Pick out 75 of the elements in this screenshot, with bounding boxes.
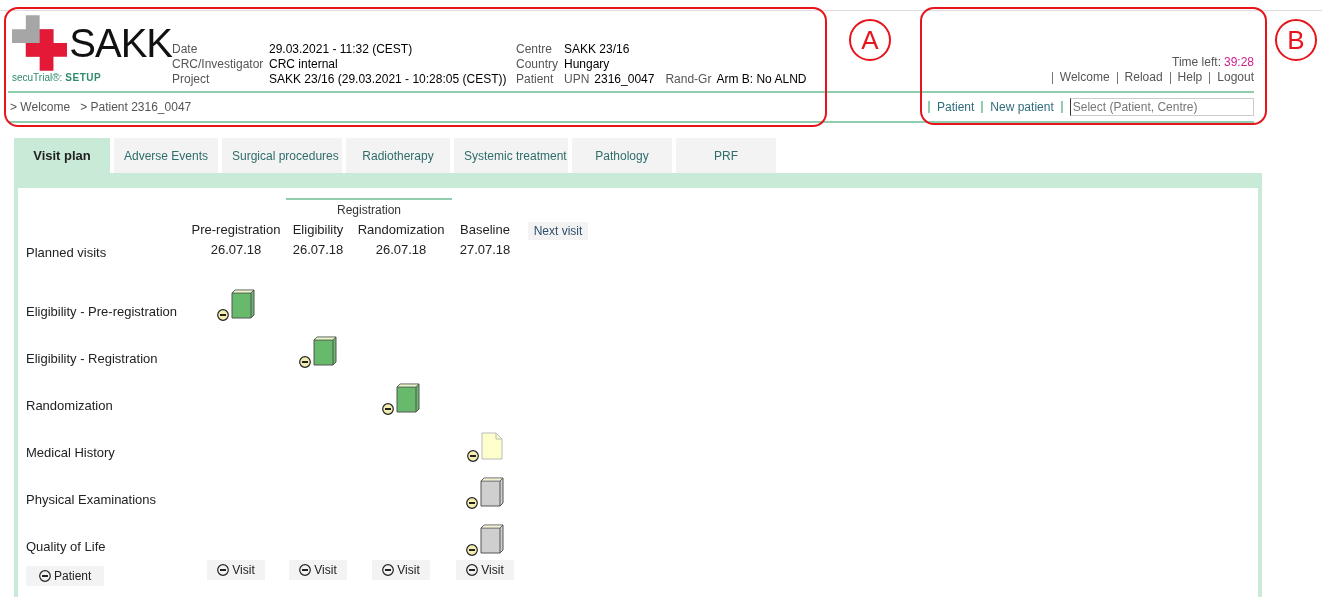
field-value: 2316_0047 — [594, 72, 655, 87]
edition-label: SETUP — [65, 71, 102, 85]
annotation-label: A — [849, 19, 891, 61]
field-value: SAKK 23/16 — [564, 42, 631, 57]
field-label: CRC/Investigator — [172, 57, 265, 72]
field-value: SAKK 23/16 (29.03.2021 - 10:28:05 (CEST)) — [269, 72, 508, 87]
field-label: Project — [172, 72, 211, 87]
field-value: CRC internal — [269, 57, 339, 72]
tab[interactable]: Radiotherapy — [346, 138, 450, 173]
product-name: secuTrial®: — [12, 71, 63, 85]
visit-name: Eligibility — [291, 221, 345, 239]
field-value: Hungary — [564, 57, 611, 72]
visit-name: Pre-registration — [190, 221, 282, 239]
tab[interactable]: Systemic treatment — [454, 138, 568, 173]
tab[interactable]: Pathology — [572, 138, 672, 173]
time-left-value: 39:28 — [1223, 55, 1254, 70]
field-value: 29.03.2021 - 11:32 (CEST) — [269, 42, 414, 57]
collapse-icon[interactable] — [382, 403, 394, 415]
field-label: UPN — [564, 72, 590, 87]
visit-date: 27.07.18 — [458, 241, 512, 259]
annotation-label: B — [1275, 19, 1317, 61]
search-field[interactable]: Select (Patient, Centre) — [1069, 98, 1254, 116]
visit-date: 26.07.18 — [374, 241, 428, 259]
form-book-icon[interactable] — [396, 383, 420, 413]
row-label: Physical Examinations — [26, 490, 158, 509]
breadcrumb-link[interactable]: > Patient 2316_0047 — [80, 98, 192, 116]
visit-button[interactable]: Visit — [289, 560, 347, 580]
visit-date: 26.07.18 — [209, 241, 263, 259]
group-header: Registration — [286, 198, 452, 220]
row-label: Quality of Life — [26, 537, 107, 556]
form-book-icon[interactable] — [231, 289, 255, 319]
logo-wordmark: SAKK — [69, 23, 172, 63]
header-link[interactable]: Help — [1177, 70, 1203, 85]
nav-link[interactable]: Patient — [937, 98, 975, 116]
patient-button[interactable]: Patient — [26, 566, 105, 586]
collapse-icon — [382, 564, 395, 576]
field-label: Country — [516, 57, 560, 72]
collapse-icon — [217, 564, 230, 576]
collapse-icon[interactable] — [466, 497, 478, 509]
header-link[interactable]: Logout — [1217, 70, 1254, 85]
breadcrumb-link[interactable]: > Welcome — [10, 98, 71, 116]
visit-date: 26.07.18 — [291, 241, 345, 259]
row-label: Eligibility - Registration — [26, 349, 159, 368]
field-label: Rand-Gr — [665, 72, 712, 87]
row-label: Planned visits — [26, 244, 108, 262]
collapse-icon[interactable] — [467, 450, 479, 462]
visit-button[interactable]: Visit — [207, 560, 265, 580]
tab[interactable]: Surgical procedures — [222, 138, 342, 173]
cross-logo-icon — [12, 15, 68, 71]
next-visit-button[interactable]: Next visit — [527, 222, 589, 240]
row-label: Medical History — [26, 443, 116, 462]
collapse-icon — [39, 570, 51, 582]
row-label: Randomization — [26, 396, 114, 415]
collapse-icon[interactable] — [466, 544, 478, 556]
visit-name: Baseline — [459, 221, 511, 239]
visit-button[interactable]: Visit — [456, 560, 514, 580]
form-book-icon[interactable] — [313, 336, 337, 366]
tab[interactable]: PRF — [676, 138, 776, 173]
nav-link[interactable]: New patient — [990, 98, 1054, 116]
visit-button[interactable]: Visit — [372, 560, 430, 580]
field-label: Centre — [516, 42, 554, 57]
tab[interactable]: Visit plan — [14, 138, 110, 173]
field-value: Arm B: No ALND — [716, 72, 807, 87]
field-label: Date — [172, 42, 199, 57]
time-left-label: Time left: — [1172, 55, 1221, 70]
collapse-icon[interactable] — [299, 356, 311, 368]
collapse-icon — [466, 564, 479, 576]
header-link[interactable]: Welcome — [1059, 70, 1110, 85]
collapse-icon[interactable] — [217, 309, 229, 321]
field-label: Patient — [516, 72, 555, 87]
visit-name: Randomization — [356, 221, 446, 239]
header-link[interactable]: Reload — [1124, 70, 1163, 85]
tab[interactable]: Adverse Events — [114, 138, 218, 173]
row-label: Eligibility - Pre-registration — [26, 302, 178, 321]
collapse-icon — [299, 564, 312, 576]
